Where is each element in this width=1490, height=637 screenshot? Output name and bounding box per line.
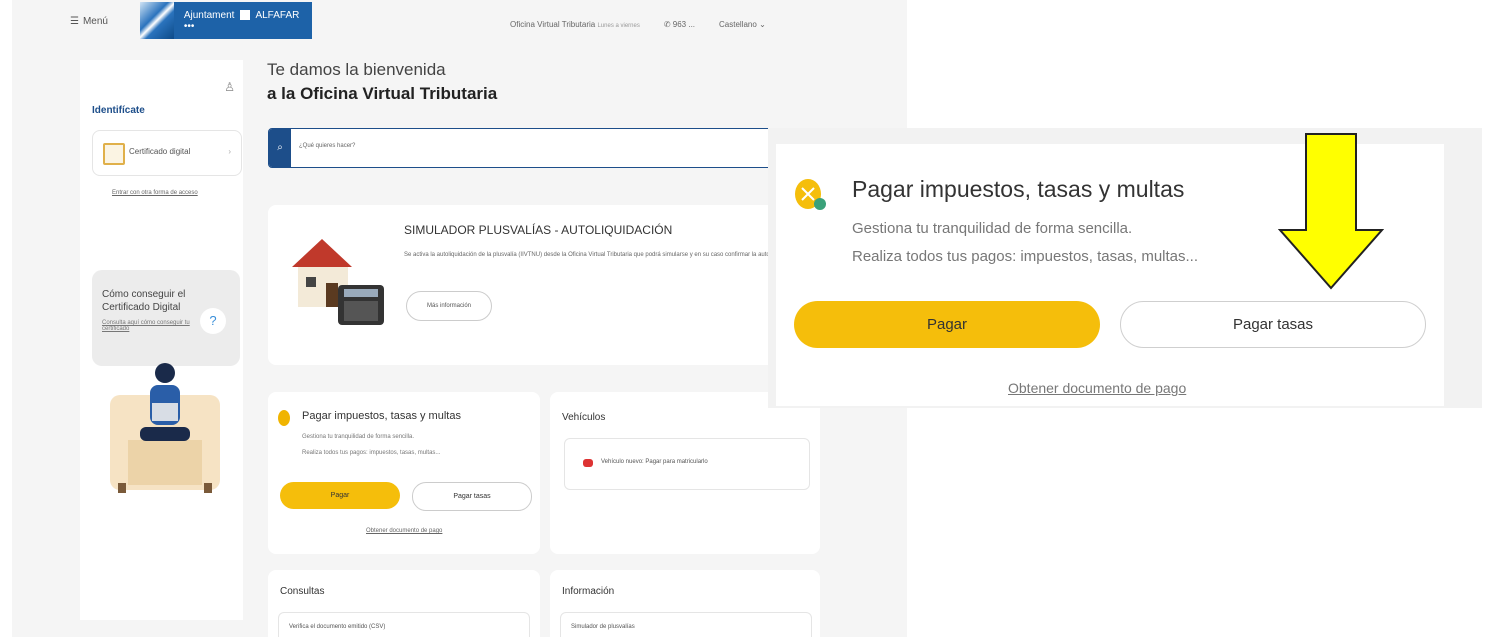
- logo-mark-icon: [140, 2, 174, 39]
- brand-town-text: ALFAFAR: [255, 9, 300, 21]
- more-info-button[interactable]: Más información: [406, 291, 492, 321]
- identify-sidebar: ♙ Identifícate Certificado digital › Ent…: [80, 60, 243, 620]
- language-select[interactable]: Castellano ⌄: [719, 20, 766, 29]
- vehicles-card: Vehículos Vehículo nuevo: Pagar para mat…: [550, 392, 820, 554]
- zoom-title: Pagar impuestos, tasas y multas: [852, 176, 1185, 202]
- user-icon[interactable]: ♙: [224, 80, 235, 94]
- pay-fees-button[interactable]: Pagar tasas: [412, 482, 532, 511]
- pay-card-subtitle-1: Gestiona tu tranquilidad de forma sencil…: [302, 434, 415, 440]
- howto-link[interactable]: Consulta aquí cómo conseguir tu certific…: [102, 320, 192, 332]
- search-input[interactable]: ¿Qué quieres hacer?: [299, 143, 355, 149]
- welcome-line-1: Te damos la bienvenida: [267, 60, 446, 79]
- simulator-banner: SIMULADOR PLUSVALÍAS - AUTOLIQUIDACIÓN S…: [268, 205, 820, 365]
- pay-card-subtitle-2: Realiza todos tus pagos: impuestos, tasa…: [302, 450, 441, 456]
- help-icon[interactable]: ?: [200, 308, 226, 334]
- office-hours: Lunes a viernes: [597, 23, 640, 29]
- zoom-payment-document-link[interactable]: Obtener documento de pago: [1008, 380, 1186, 396]
- header-right: Oficina Virtual Tributaria Lunes a viern…: [510, 20, 766, 29]
- identify-title: Identifícate: [92, 105, 145, 116]
- zoom-pay-button[interactable]: Pagar: [794, 301, 1100, 348]
- simulator-text: Se activa la autoliquidación de la plusv…: [404, 252, 800, 258]
- certificate-icon: [103, 143, 125, 165]
- phone-number: 963 ...: [672, 20, 696, 29]
- pay-card-title: Pagar impuestos, tasas y multas: [302, 410, 461, 422]
- chevron-right-icon: ›: [228, 147, 231, 156]
- queries-card: Consultas Verifica el documento emitido …: [268, 570, 540, 637]
- phone-icon: ✆: [663, 20, 671, 29]
- queries-title: Consultas: [280, 586, 325, 597]
- new-vehicle-label: Vehículo nuevo: Pagar para matricularlo: [601, 459, 708, 465]
- howto-certificate-card: Cómo conseguir el Certificado Digital Co…: [92, 270, 240, 366]
- chevron-down-icon: ⌄: [759, 20, 766, 29]
- menu-label: Menú: [82, 16, 108, 27]
- plusvalia-simulator-item[interactable]: Simulador de plusvalías: [560, 612, 812, 637]
- payment-document-link[interactable]: Obtener documento de pago: [366, 528, 442, 534]
- zoom-subtitle-2: Realiza todos tus pagos: impuestos, tasa…: [852, 248, 1199, 265]
- arrow-down-icon: [1278, 133, 1384, 290]
- phone-link[interactable]: ✆ 963 ...: [664, 20, 695, 29]
- office-label: Oficina Virtual Tributaria Lunes a viern…: [510, 20, 640, 29]
- house-calculator-illustration: [292, 239, 384, 325]
- information-card: Información Simulador de plusvalías: [550, 570, 820, 637]
- menu-button[interactable]: ☰ Menú: [70, 16, 108, 27]
- office-name: Oficina Virtual Tributaria: [510, 20, 596, 29]
- plusvalia-simulator-label: Simulador de plusvalías: [571, 624, 635, 630]
- pay-button[interactable]: Pagar: [280, 482, 400, 509]
- zoom-pay-fees-button[interactable]: Pagar tasas: [1120, 301, 1426, 348]
- coin-icon: [795, 179, 826, 210]
- howto-title: Cómo conseguir el Certificado Digital: [102, 289, 186, 313]
- top-bar: ☰ Menú Ajuntament ALFAFAR ••• Oficina Vi…: [12, 0, 907, 46]
- vehicles-title: Vehículos: [562, 412, 606, 423]
- brand-dots: •••: [183, 20, 195, 32]
- logo-square-icon: [240, 9, 251, 20]
- simulator-title: SIMULADOR PLUSVALÍAS - AUTOLIQUIDACIÓN: [404, 223, 673, 237]
- certificate-label: Certificado digital: [129, 147, 191, 156]
- language-label: Castellano: [719, 20, 757, 29]
- pay-taxes-card: Pagar impuestos, tasas y multas Gestiona…: [268, 392, 540, 554]
- coin-icon: [278, 410, 290, 426]
- brand-name-text: Ajuntament: [183, 9, 235, 21]
- welcome-line-2: a la Oficina Virtual Tributaria: [267, 84, 498, 103]
- other-access-link[interactable]: Entrar con otra forma de acceso: [112, 190, 198, 196]
- new-vehicle-item[interactable]: Vehículo nuevo: Pagar para matricularlo: [564, 438, 810, 490]
- search-bar: ⌕ ¿Qué quieres hacer?: [268, 128, 822, 168]
- verify-document-label: Verifica el documento emitido (CSV): [289, 624, 386, 630]
- brand-name: Ajuntament ALFAFAR •••: [184, 10, 312, 32]
- car-icon: [583, 459, 593, 467]
- brand-logo[interactable]: Ajuntament ALFAFAR •••: [140, 2, 312, 39]
- certificate-button[interactable]: Certificado digital ›: [92, 130, 242, 176]
- verify-document-item[interactable]: Verifica el documento emitido (CSV): [278, 612, 530, 637]
- search-icon[interactable]: ⌕: [269, 129, 291, 167]
- zoom-subtitle-1: Gestiona tu tranquilidad de forma sencil…: [852, 220, 1133, 237]
- information-title: Información: [562, 586, 615, 597]
- hamburger-icon: ☰: [70, 16, 79, 27]
- person-armchair-illustration: [110, 363, 220, 493]
